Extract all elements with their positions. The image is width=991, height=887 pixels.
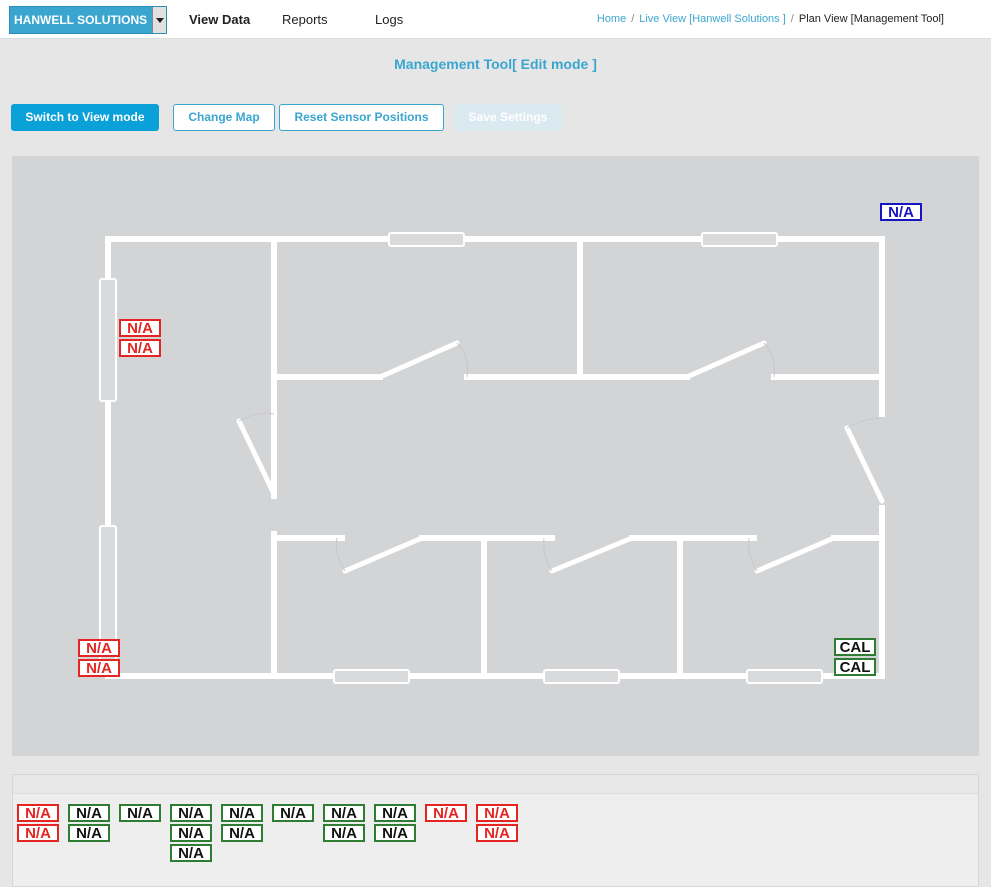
breadcrumb-plan-view: Plan View [Management Tool] [798, 13, 944, 25]
map-sensor-reading[interactable]: N/A [119, 319, 161, 337]
tray-sensor-reading[interactable]: N/A [476, 824, 518, 842]
tray-sensor-reading[interactable]: N/A [68, 804, 110, 822]
tray-sensor-reading[interactable]: N/A [17, 804, 59, 822]
page-title: Management Tool[ Edit mode ] [394, 56, 597, 72]
tray-sensor-reading[interactable]: N/A [170, 824, 212, 842]
tray-sensor-reading[interactable]: N/A [221, 804, 263, 822]
nav-reports[interactable]: Reports [282, 12, 328, 27]
tray-sensor-reading[interactable]: N/A [170, 844, 212, 862]
tray-sensor-reading[interactable]: N/A [425, 804, 467, 822]
chevron-down-icon[interactable] [152, 7, 166, 33]
top-bar: HANWELL SOLUTIONS View Data Reports Logs… [0, 0, 991, 39]
floor-plan-map[interactable]: N/A N/A N/A N/A N/A CAL CAL [12, 156, 979, 756]
tray-sensor-reading[interactable]: N/A [170, 804, 212, 822]
breadcrumb: Home / Live View [Hanwell Solutions ] / Plan… [596, 13, 944, 25]
unplaced-sensor-tray: N/A N/A N/A N/A N/A N/A N/A N/A N/A N/A N/A N/A N/A N… [12, 774, 979, 887]
tray-sensor-reading[interactable]: N/A [68, 824, 110, 842]
tray-sensor-reading[interactable]: N/A [17, 824, 59, 842]
breadcrumb-home[interactable]: Home [597, 13, 626, 25]
map-sensor-reading[interactable]: N/A [119, 339, 161, 357]
organization-name: HANWELL SOLUTIONS [14, 13, 148, 27]
reset-sensor-positions-button[interactable]: Reset Sensor Positions [279, 104, 444, 131]
change-map-button[interactable]: Change Map [173, 104, 275, 131]
tray-sensor-reading[interactable]: N/A [323, 824, 365, 842]
tray-sensor-reading[interactable]: N/A [476, 804, 518, 822]
tray-sensor-reading[interactable]: N/A [323, 804, 365, 822]
tray-sensor-reading[interactable]: N/A [221, 824, 263, 842]
breadcrumb-live-view[interactable]: Live View [Hanwell Solutions ] [639, 13, 786, 25]
organization-select[interactable]: HANWELL SOLUTIONS [9, 6, 167, 34]
tray-header [13, 775, 978, 794]
map-sensor-reading[interactable]: CAL [834, 638, 876, 656]
nav-view-data[interactable]: View Data [189, 12, 250, 27]
tray-sensor-reading[interactable]: N/A [374, 804, 416, 822]
tray-sensor-reading[interactable]: N/A [374, 824, 416, 842]
map-sensor-reading[interactable]: N/A [78, 659, 120, 677]
tray-sensor-reading[interactable]: N/A [119, 804, 161, 822]
switch-view-mode-button[interactable]: Switch to View mode [11, 104, 159, 131]
map-sensor-reading[interactable]: N/A [78, 639, 120, 657]
save-settings-button[interactable]: Save Settings [454, 104, 562, 131]
map-sensor-reading[interactable]: N/A [880, 203, 922, 221]
map-sensor-reading[interactable]: CAL [834, 658, 876, 676]
tray-sensor-reading[interactable]: N/A [272, 804, 314, 822]
nav-logs[interactable]: Logs [375, 12, 403, 27]
